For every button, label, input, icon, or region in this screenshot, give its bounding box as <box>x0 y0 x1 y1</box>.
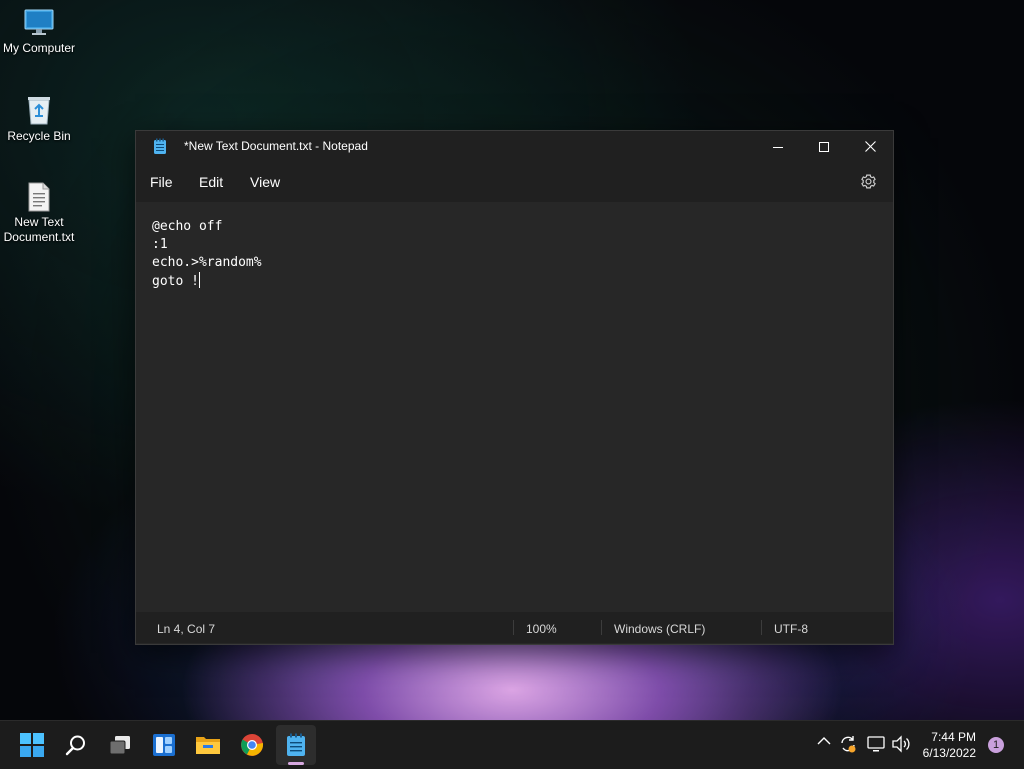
notepad-icon <box>287 733 305 756</box>
editor-content[interactable]: @echo off :1 echo.>%random% goto ! <box>152 218 262 291</box>
maximize-button[interactable] <box>801 131 847 162</box>
file-explorer-button[interactable] <box>188 725 228 765</box>
computer-icon <box>24 9 54 35</box>
chevron-up-icon[interactable] <box>817 735 831 747</box>
desktop-icon-new-text-document[interactable]: New Text Document.txt <box>0 182 78 245</box>
notepad-window: *New Text Document.txt - Notepad File Ed… <box>135 130 894 645</box>
recycle-bin-icon <box>28 97 50 125</box>
clock-date: 6/13/2022 <box>922 746 976 760</box>
task-view-icon <box>109 736 130 755</box>
status-bar: Ln 4, Col 7 100% Windows (CRLF) UTF-8 <box>136 612 893 643</box>
status-line-endings: Windows (CRLF) <box>614 622 706 636</box>
minimize-button[interactable] <box>755 131 801 162</box>
task-view-button[interactable] <box>100 725 140 765</box>
status-divider <box>761 620 762 635</box>
menu-bar: File Edit View <box>136 162 893 202</box>
widgets-button[interactable] <box>144 725 184 765</box>
menu-edit[interactable]: Edit <box>199 174 223 190</box>
desktop-icon-label: My Computer <box>2 41 76 55</box>
notification-badge[interactable]: 1 <box>988 737 1004 753</box>
volume-icon[interactable] <box>891 735 911 753</box>
title-bar[interactable]: *New Text Document.txt - Notepad <box>136 131 893 162</box>
text-editor-area[interactable]: @echo off :1 echo.>%random% goto ! <box>136 202 893 612</box>
notepad-taskbar-button[interactable] <box>276 725 316 765</box>
desktop-icon-recycle-bin[interactable]: Recycle Bin <box>0 94 78 144</box>
chrome-button[interactable] <box>232 725 272 765</box>
chrome-icon <box>241 734 264 756</box>
status-divider <box>513 620 514 635</box>
clock-time: 7:44 PM <box>931 730 976 744</box>
taskbar: 7:44 PM 6/13/2022 1 <box>0 720 1024 769</box>
status-line-column: Ln 4, Col 7 <box>157 622 216 636</box>
text-file-icon <box>28 182 50 212</box>
text-caret <box>198 272 200 288</box>
windows-start-icon <box>20 733 44 757</box>
sync-icon[interactable] <box>838 734 858 754</box>
minimize-icon <box>773 146 783 148</box>
search-icon <box>65 735 85 756</box>
running-indicator <box>288 762 304 765</box>
menu-file[interactable]: File <box>150 174 173 190</box>
menu-view[interactable]: View <box>250 174 280 190</box>
close-icon <box>864 141 876 152</box>
clock[interactable]: 7:44 PM 6/13/2022 <box>923 729 976 761</box>
status-divider <box>601 620 602 635</box>
desktop-icon-label: Recycle Bin <box>7 129 71 143</box>
widgets-icon <box>153 734 175 756</box>
desktop-icon-label: New Text Document.txt <box>3 215 75 244</box>
notepad-icon <box>154 138 166 154</box>
desktop-icon-my-computer[interactable]: My Computer <box>0 8 78 56</box>
settings-gear-icon[interactable] <box>860 173 877 190</box>
folder-icon <box>196 737 220 754</box>
network-icon[interactable] <box>867 735 885 753</box>
status-encoding: UTF-8 <box>774 622 808 636</box>
close-button[interactable] <box>847 131 893 162</box>
start-button[interactable] <box>12 725 52 765</box>
window-title: *New Text Document.txt - Notepad <box>184 139 368 153</box>
search-button[interactable] <box>56 725 96 765</box>
editor-text: @echo off :1 echo.>%random% goto ! <box>152 219 262 289</box>
status-zoom: 100% <box>526 622 557 636</box>
maximize-icon <box>819 141 829 152</box>
